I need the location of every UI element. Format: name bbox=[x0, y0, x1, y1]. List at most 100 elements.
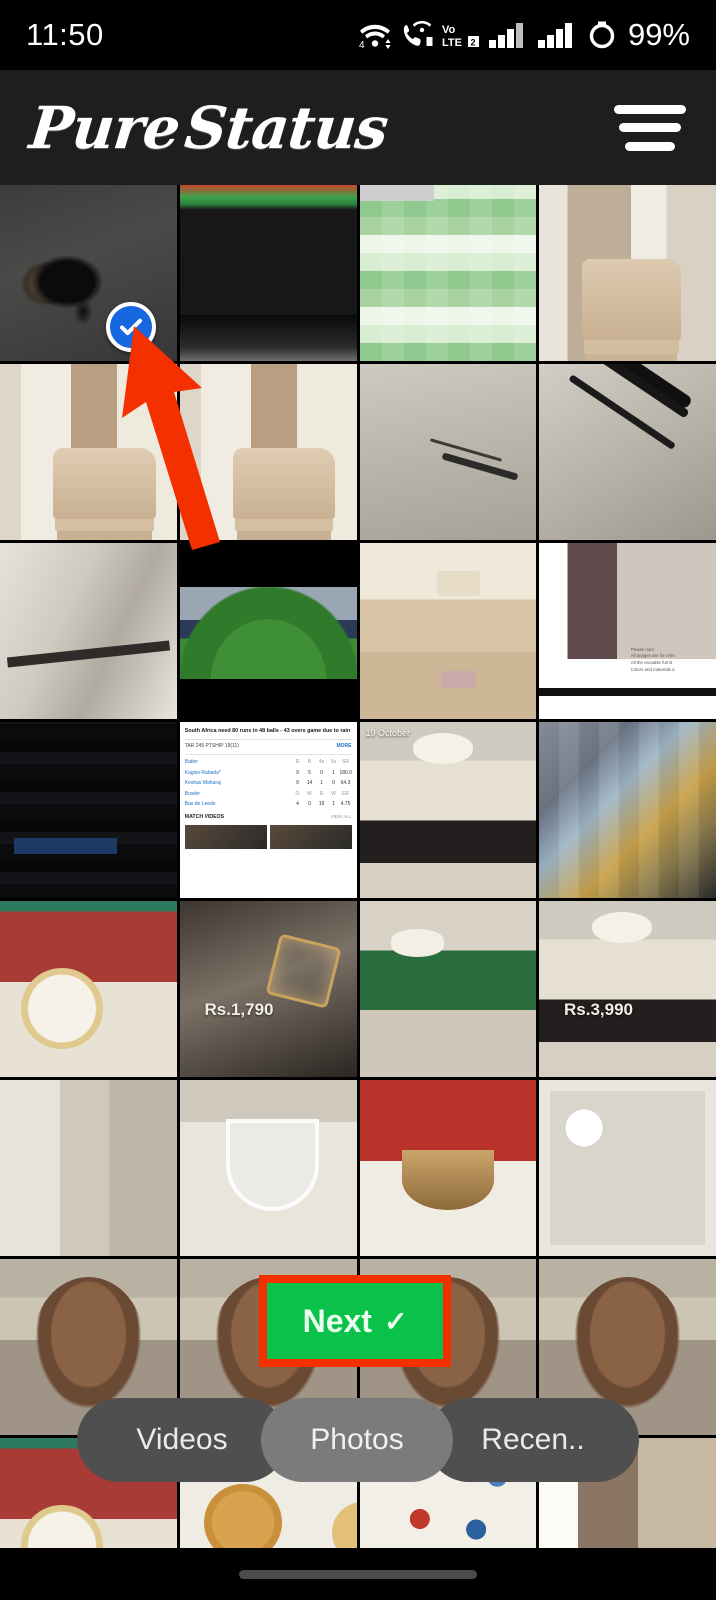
disclaimer-note: Please note: All images are for refer Al… bbox=[630, 646, 676, 672]
thumbnail-image bbox=[359, 185, 537, 361]
stat-value: 0 bbox=[332, 780, 335, 787]
store-interior-photo[interactable]: Rs.3,990 bbox=[539, 901, 716, 1077]
stat-value: 9 bbox=[296, 769, 299, 776]
filter-tab-photos-label: Photos bbox=[310, 1423, 404, 1456]
thumbnail-image bbox=[539, 901, 716, 1077]
thumbnail-image bbox=[0, 543, 177, 719]
cricket-stadium-photo[interactable] bbox=[179, 543, 357, 719]
thumbnail-image bbox=[359, 722, 537, 898]
thumbnail-image bbox=[539, 364, 716, 540]
stat-value: 4.75 bbox=[340, 801, 351, 808]
video-thumbnail[interactable] bbox=[184, 824, 267, 849]
dark-screenshot[interactable] bbox=[0, 722, 177, 898]
cricket-scorecard-screenshot[interactable]: South Africa need 80 runs in 48 balls - … bbox=[179, 722, 357, 898]
svg-text:4: 4 bbox=[359, 40, 365, 50]
stat-value: ER bbox=[342, 790, 349, 797]
player-name: Batter bbox=[184, 759, 199, 766]
app-logo: PureStatus bbox=[26, 94, 390, 162]
scorecard-batter-header: Batter R B 4s 6s SR bbox=[185, 758, 352, 769]
ceiling-damage-photo[interactable] bbox=[0, 543, 177, 719]
filter-tab-videos[interactable]: Videos bbox=[77, 1398, 287, 1482]
stat-value: O bbox=[295, 790, 300, 797]
stat-value: 9 bbox=[296, 780, 299, 787]
thumbnail-image bbox=[359, 901, 537, 1077]
view-all-link[interactable]: VIEW ALL bbox=[331, 814, 352, 822]
concrete-wall-hook-photo[interactable] bbox=[359, 364, 537, 540]
stat-value: 6s bbox=[330, 759, 337, 766]
svg-text:2: 2 bbox=[470, 38, 475, 48]
wooden-bowl-photo[interactable] bbox=[359, 1080, 537, 1256]
stat-value: W bbox=[331, 790, 336, 797]
price-label: Rs.1,790 bbox=[204, 999, 274, 1019]
thumbnail-image bbox=[0, 901, 177, 1077]
svg-text:LTE: LTE bbox=[442, 37, 462, 49]
wine-glass-photo[interactable] bbox=[179, 1080, 357, 1256]
status-bar: 11:50 4 Vo LTE 2 99% bbox=[0, 0, 716, 70]
player-name: Bas de Leede bbox=[184, 801, 216, 808]
wifi-calling-icon bbox=[403, 21, 433, 46]
scorecard-headline: South Africa need 80 runs in 48 balls - … bbox=[184, 728, 351, 734]
match-videos-title: MATCH VIDEOS bbox=[184, 814, 225, 821]
colorful-pixelated-screenshot[interactable] bbox=[539, 722, 716, 898]
ikea-lamp-photo[interactable]: Rs.1,790 bbox=[179, 901, 357, 1077]
furniture-catalog-screenshot[interactable]: Please note: All images are for refer Al… bbox=[539, 543, 716, 719]
scorecard-bowler-row: Bas de Leede 4 0 19 1 4.75 bbox=[185, 800, 352, 811]
store-ceiling-lamps-photo[interactable] bbox=[359, 901, 537, 1077]
stat-value: 0 bbox=[308, 801, 311, 808]
next-button-label: Next bbox=[302, 1302, 372, 1339]
stat-value: R bbox=[319, 790, 324, 797]
scorecard-more-link[interactable]: MORE bbox=[337, 743, 352, 751]
match-video-thumbnails[interactable] bbox=[184, 824, 352, 849]
stat-value: 5 bbox=[308, 769, 311, 776]
home-indicator[interactable] bbox=[239, 1569, 477, 1579]
stat-value: 0 bbox=[320, 769, 323, 776]
scorecard-videos-header: MATCH VIDEOS VIEW ALL bbox=[185, 814, 352, 822]
thumbnail-image bbox=[539, 543, 716, 719]
thumbnail-image bbox=[539, 185, 716, 361]
check-icon: ✓ bbox=[383, 1305, 408, 1337]
thumbnail-image bbox=[359, 543, 537, 719]
thumbnail-image bbox=[539, 722, 716, 898]
stat-value: B bbox=[307, 759, 312, 766]
food-tray-photo[interactable] bbox=[0, 901, 177, 1077]
player-name: Kagiso Rabada* bbox=[184, 769, 221, 776]
signal-bars-2-icon bbox=[537, 23, 572, 48]
scorecard-summary: TAR 245 PTSHIP 19(11) MORE bbox=[184, 739, 352, 755]
curtain-window-photo[interactable] bbox=[0, 1080, 177, 1256]
wallpaper-screenshot[interactable]: 19 October bbox=[359, 722, 537, 898]
scorecard-content: South Africa need 80 runs in 48 balls - … bbox=[179, 722, 357, 898]
date-label: 19 October bbox=[365, 728, 411, 738]
status-bar-clock: 11:50 bbox=[26, 17, 104, 52]
white-bowls-stack-photo[interactable] bbox=[539, 1080, 716, 1256]
stat-value: 19 bbox=[318, 801, 325, 808]
hamburger-menu-icon[interactable] bbox=[614, 104, 686, 151]
next-button[interactable]: Next ✓ bbox=[267, 1283, 443, 1359]
stat-value: 4 bbox=[296, 801, 299, 808]
player-name: Keshav Maharaj bbox=[184, 780, 221, 787]
battery-icon bbox=[589, 21, 615, 49]
scorecard-bowler-header: Bowler O M R W ER bbox=[185, 789, 352, 800]
thumbnail-image bbox=[179, 901, 357, 1077]
wifi-4-icon: 4 bbox=[359, 24, 391, 50]
thumbnail-image bbox=[179, 543, 357, 719]
filter-tab-recents[interactable]: Recen.. bbox=[427, 1398, 639, 1482]
media-filter-tabs[interactable]: Videos Photos Recen.. bbox=[0, 1394, 716, 1486]
scorecard-batter-row: Kagiso Rabada* 9 5 0 1 180.0 bbox=[185, 768, 352, 779]
video-thumbnail[interactable] bbox=[269, 824, 352, 849]
brand-name-part2: Status bbox=[181, 93, 391, 162]
stat-value: 14 bbox=[306, 780, 313, 787]
filter-tab-recents-label: Recen.. bbox=[481, 1423, 585, 1456]
green-pixelated-screenshot[interactable] bbox=[359, 185, 537, 361]
concrete-wall-pipe-photo[interactable] bbox=[539, 364, 716, 540]
app-header: PureStatus bbox=[0, 70, 716, 185]
wooden-shelf-photo[interactable] bbox=[539, 185, 716, 361]
filter-tab-photos[interactable]: Photos bbox=[261, 1398, 453, 1482]
system-nav-bar bbox=[0, 1548, 716, 1600]
stat-value: R bbox=[295, 759, 300, 766]
signal-bars-1-icon bbox=[488, 23, 523, 48]
beige-drawers-photo[interactable] bbox=[359, 543, 537, 719]
phone-screen: 11:50 4 Vo LTE 2 99% PureStatus Please n… bbox=[0, 0, 716, 1600]
volte-2-icon: Vo LTE 2 bbox=[442, 24, 479, 49]
status-bar-icons: 4 Vo LTE 2 99% bbox=[358, 17, 690, 53]
thumbnail-image bbox=[359, 1080, 537, 1256]
